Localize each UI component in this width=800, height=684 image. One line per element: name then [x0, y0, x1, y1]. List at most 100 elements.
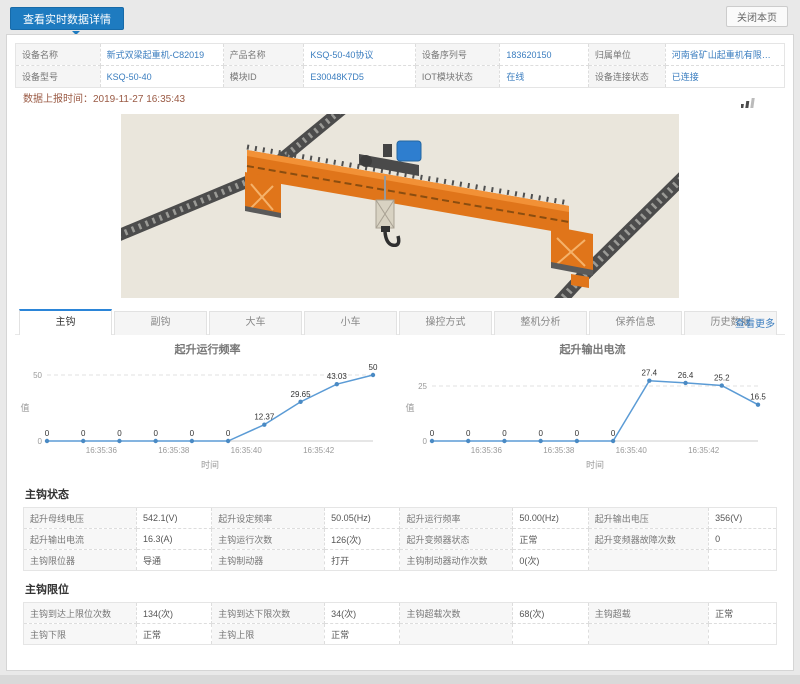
tab-5[interactable]: 整机分析: [494, 311, 587, 335]
status-sections: 主钩状态起升母线电压542.1(V)起升设定频率50.05(Hz)起升运行频率5…: [15, 486, 785, 645]
field-value: 0(次): [513, 550, 588, 571]
svg-text:0: 0: [190, 429, 195, 438]
table-row: 设备型号KSQ-50-40模块IDE30048K7D5IOT模块状态在线设备连接…: [16, 66, 785, 88]
field-value: [513, 624, 588, 645]
svg-text:值: 值: [20, 402, 29, 413]
svg-text:16:35:38: 16:35:38: [158, 446, 190, 455]
crane-image-area: [15, 114, 785, 303]
table-row: 主钩下限正常主钩上限正常: [24, 624, 777, 645]
field-value[interactable]: KSQ-50-40协议: [304, 44, 416, 66]
svg-text:0: 0: [81, 429, 86, 438]
field-value: 导通: [136, 550, 211, 571]
field-value: [709, 624, 777, 645]
svg-text:0: 0: [117, 429, 122, 438]
field-label: 起升设定频率: [212, 508, 325, 529]
field-value: 正常: [325, 624, 400, 645]
field-label: [588, 624, 708, 645]
line-chart: 起升运行频率050值16:35:3616:35:3816:35:4016:35:…: [15, 341, 400, 476]
view-realtime-data-button[interactable]: 查看实时数据详情: [10, 7, 124, 30]
svg-text:0: 0: [611, 429, 616, 438]
tab-3[interactable]: 小车: [304, 311, 397, 335]
field-value[interactable]: KSQ-50-40: [100, 66, 223, 88]
tab-0[interactable]: 主钩: [19, 309, 112, 335]
field-value: 正常: [709, 603, 777, 624]
svg-text:时间: 时间: [586, 459, 604, 470]
svg-text:27.4: 27.4: [642, 369, 658, 378]
field-value[interactable]: E30048K7D5: [304, 66, 416, 88]
svg-text:12.37: 12.37: [254, 413, 275, 422]
field-label: 归属单位: [588, 44, 665, 66]
field-value[interactable]: 河南省矿山起重机有限公司: [665, 44, 784, 66]
svg-text:50: 50: [369, 363, 378, 372]
field-value[interactable]: 在线: [500, 66, 588, 88]
svg-text:时间: 时间: [201, 459, 219, 470]
field-label: 起升输出电流: [24, 529, 137, 550]
section-0: 主钩状态起升母线电压542.1(V)起升设定频率50.05(Hz)起升运行频率5…: [23, 486, 777, 571]
svg-text:0: 0: [502, 429, 507, 438]
field-label: 主钩制动器: [212, 550, 325, 571]
field-label: 设备型号: [16, 66, 101, 88]
svg-text:26.4: 26.4: [678, 371, 694, 380]
section-title: 主钩限位: [25, 581, 777, 597]
svg-text:0: 0: [226, 429, 231, 438]
field-label: 主钩上限: [212, 624, 325, 645]
field-label: 起升母线电压: [24, 508, 137, 529]
table-row: 起升母线电压542.1(V)起升设定频率50.05(Hz)起升运行频率50.00…: [24, 508, 777, 529]
report-time-label: 数据上报时间：: [23, 94, 93, 105]
field-value: 50.05(Hz): [325, 508, 400, 529]
footer-strip: [0, 675, 800, 684]
main-panel: 设备名称新式双梁起重机-C82019产品名称KSQ-50-40协议设备序列号18…: [6, 34, 794, 671]
chart-canvas: 025值16:35:3616:35:3816:35:4016:35:42时间00…: [400, 359, 772, 471]
svg-text:43.03: 43.03: [327, 372, 348, 381]
svg-text:值: 值: [405, 402, 414, 413]
svg-text:29.65: 29.65: [291, 390, 312, 399]
table-row: 主钩限位器导通主钩制动器打开主钩制动器动作次数0(次): [24, 550, 777, 571]
tab-bar: 主钩副钩大车小车操控方式整机分析保养信息历史数据 查看更多: [15, 309, 785, 335]
svg-text:16:35:42: 16:35:42: [303, 446, 335, 455]
field-value[interactable]: 183620150: [500, 44, 588, 66]
field-value[interactable]: 已连接: [665, 66, 784, 88]
device-info-table: 设备名称新式双梁起重机-C82019产品名称KSQ-50-40协议设备序列号18…: [15, 43, 785, 88]
tab-6[interactable]: 保养信息: [589, 311, 682, 335]
tab-2[interactable]: 大车: [209, 311, 302, 335]
svg-text:0: 0: [538, 429, 543, 438]
view-more-link[interactable]: 查看更多: [735, 315, 775, 330]
table-row: 主钩到达上限位次数134(次)主钩到达下限次数34(次)主钩超载次数68(次)主…: [24, 603, 777, 624]
section-title: 主钩状态: [25, 486, 777, 502]
svg-text:0: 0: [423, 437, 428, 446]
field-value[interactable]: 新式双梁起重机-C82019: [100, 44, 223, 66]
svg-text:25.2: 25.2: [714, 374, 730, 383]
field-label: 主钩超载次数: [400, 603, 513, 624]
field-label: 主钩运行次数: [212, 529, 325, 550]
field-label: 主钩超载: [588, 603, 708, 624]
chart-canvas: 050值16:35:3616:35:3816:35:4016:35:42时间00…: [15, 359, 387, 471]
field-value: [709, 550, 777, 571]
tab-1[interactable]: 副钩: [114, 311, 207, 335]
field-label: 设备名称: [16, 44, 101, 66]
svg-text:0: 0: [430, 429, 435, 438]
field-value: 542.1(V): [136, 508, 211, 529]
field-label: 起升运行频率: [400, 508, 513, 529]
svg-text:16:35:38: 16:35:38: [543, 446, 575, 455]
svg-text:16.5: 16.5: [750, 393, 766, 402]
tab-4[interactable]: 操控方式: [399, 311, 492, 335]
field-label: 主钩限位器: [24, 550, 137, 571]
line-chart: 起升输出电流025值16:35:3616:35:3816:35:4016:35:…: [400, 341, 785, 476]
field-label: 主钩下限: [24, 624, 137, 645]
field-label: 主钩到达上限位次数: [24, 603, 137, 624]
field-label: [588, 550, 708, 571]
field-label: 起升变频器故障次数: [588, 529, 708, 550]
field-label: 起升变频器状态: [400, 529, 513, 550]
svg-text:0: 0: [45, 429, 50, 438]
field-label: 主钩到达下限次数: [212, 603, 325, 624]
field-label: [400, 624, 513, 645]
top-bar: 查看实时数据详情 关闭本页: [0, 0, 800, 34]
svg-text:16:35:40: 16:35:40: [231, 446, 263, 455]
field-label: 设备连接状态: [588, 66, 665, 88]
chart-title: 起升输出电流: [400, 341, 785, 359]
close-page-button[interactable]: 关闭本页: [726, 6, 788, 27]
charts-row: 起升运行频率050值16:35:3616:35:3816:35:4016:35:…: [15, 341, 785, 476]
field-value: 126(次): [325, 529, 400, 550]
field-label: 主钩制动器动作次数: [400, 550, 513, 571]
crane-3d-image: [121, 114, 679, 298]
